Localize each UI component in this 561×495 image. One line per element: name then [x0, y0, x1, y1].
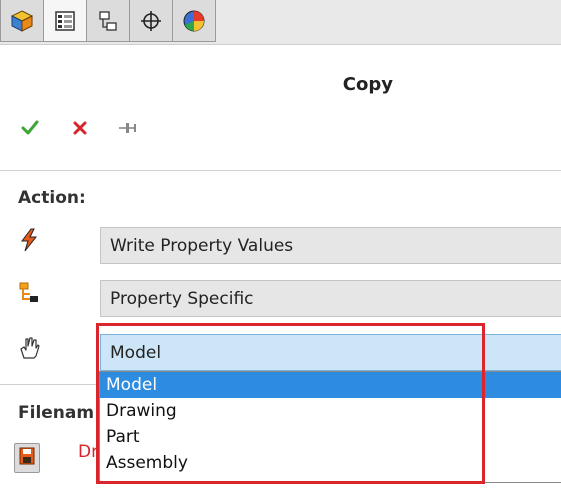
tab-bar — [0, 0, 561, 45]
section-divider — [0, 170, 561, 171]
lightning-icon — [16, 227, 42, 253]
ok-button[interactable] — [18, 118, 42, 142]
filename-snippet: Dr — [78, 442, 99, 462]
property-scope-value: Property Specific — [110, 288, 254, 309]
action-type-field[interactable]: Write Property Values — [100, 227, 561, 264]
dropdown-option-model[interactable]: Model — [100, 372, 561, 398]
dropdown-option-assembly[interactable]: Assembly — [100, 450, 561, 476]
hierarchy-icon — [16, 280, 42, 306]
save-disk-icon — [19, 447, 35, 469]
action-type-value: Write Property Values — [110, 235, 294, 256]
hand-icon — [16, 335, 42, 361]
property-scope-field[interactable]: Property Specific — [100, 280, 561, 317]
dropdown-option-part[interactable]: Part — [100, 424, 561, 450]
crosshair-icon — [140, 10, 162, 32]
tab-configuration-manager[interactable] — [86, 0, 130, 42]
tab-feature-manager[interactable] — [0, 0, 44, 42]
cube-icon — [10, 9, 34, 33]
appearance-pie-icon — [182, 9, 206, 33]
tab-property-manager[interactable] — [43, 0, 87, 42]
pin-button[interactable] — [116, 118, 140, 142]
save-button[interactable] — [14, 443, 40, 473]
tab-dimxpert[interactable] — [129, 0, 173, 42]
page-title: Copy — [342, 74, 393, 95]
dropdown-option-drawing[interactable]: Drawing — [100, 398, 561, 424]
checkmark-icon — [21, 119, 39, 141]
action-section-label: Action: — [18, 188, 86, 208]
cancel-button[interactable] — [68, 118, 92, 142]
document-type-select[interactable]: Model — [100, 334, 561, 371]
document-type-dropdown[interactable]: Model Drawing Part Assembly — [99, 371, 561, 483]
document-type-selected-value: Model — [110, 342, 162, 363]
pushpin-icon — [118, 120, 138, 140]
filename-section-label: Filenam — [18, 403, 95, 423]
property-manager-icon — [54, 10, 76, 32]
section-divider-2 — [0, 384, 99, 385]
tab-display-manager[interactable] — [172, 0, 216, 42]
close-icon — [72, 120, 88, 140]
configuration-manager-icon — [97, 10, 119, 32]
